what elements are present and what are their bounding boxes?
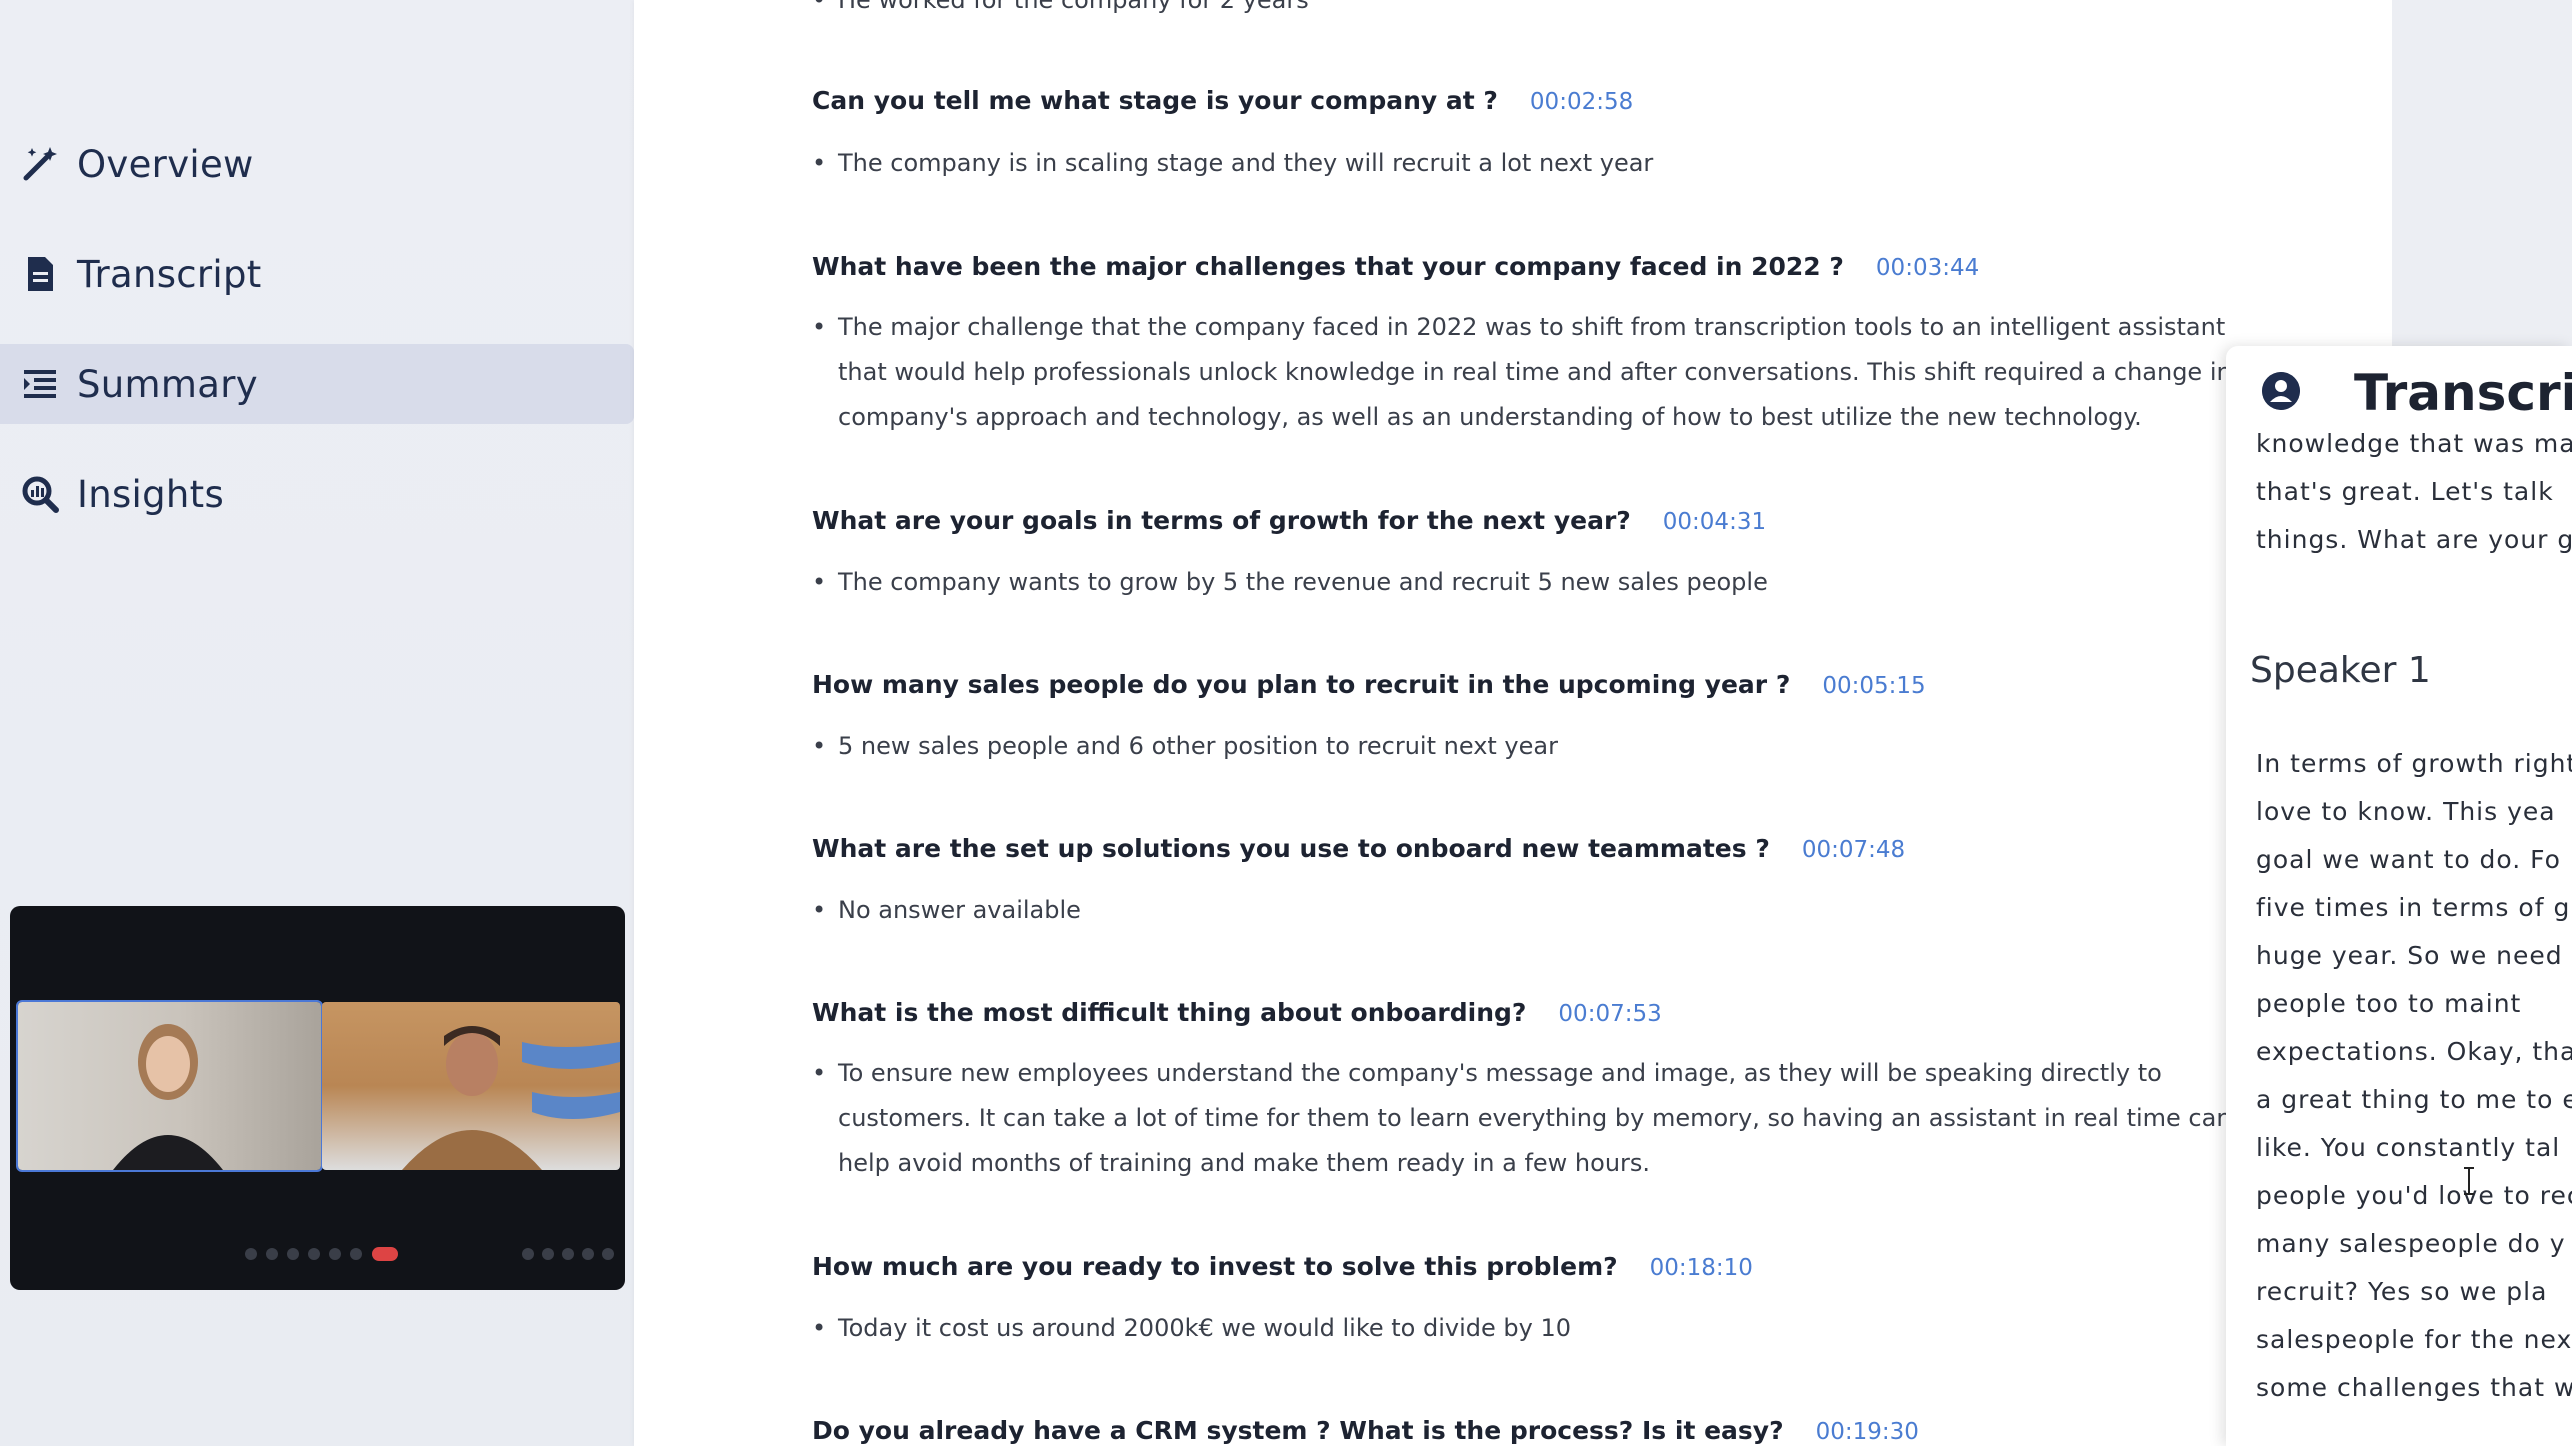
camera-icon[interactable]	[266, 1248, 278, 1260]
more-icon[interactable]	[350, 1248, 362, 1260]
text-cursor-icon	[2464, 1167, 2474, 1195]
summary-panel: He worked for the company for 2 years Ca…	[634, 0, 2392, 1446]
question-text: What are the set up solutions you use to…	[812, 834, 1770, 863]
document-icon	[28, 257, 53, 291]
answer-line: company's approach and technology, as we…	[838, 403, 2142, 431]
question-text: How many sales people do you plan to rec…	[812, 670, 1791, 699]
sidebar: Overview Transcript Summary Insights	[0, 0, 634, 1446]
timestamp-link[interactable]: 00:03:44	[1876, 255, 1979, 281]
summary-answer: To ensure new employees understand the c…	[812, 1051, 2232, 1186]
speaker-label: Speaker 1	[2250, 650, 2431, 691]
present-icon[interactable]	[329, 1248, 341, 1260]
sidebar-item-overview[interactable]: Overview	[0, 124, 634, 204]
question-text: What have been the major challenges that…	[812, 252, 1844, 281]
activities-icon[interactable]	[582, 1248, 594, 1260]
participant-video-1	[16, 1000, 323, 1172]
magic-wand-icon	[23, 147, 57, 181]
sidebar-item-transcript[interactable]: Transcript	[0, 234, 634, 314]
sidebar-item-summary[interactable]: Summary	[0, 344, 634, 424]
question-text: What is the most difficult thing about o…	[812, 998, 1527, 1027]
video-call-preview[interactable]	[10, 906, 625, 1290]
summary-answer: He worked for the company for 2 years	[812, 0, 1309, 23]
transcript-text: In terms of growth right love to know. T…	[2256, 749, 2572, 1402]
summary-question: What are the set up solutions you use to…	[812, 834, 1905, 863]
answer-line: customers. It can take a lot of time for…	[838, 1104, 2232, 1132]
answer-line: that would help professionals unlock kno…	[838, 358, 2279, 386]
timestamp-link[interactable]: 00:02:58	[1530, 89, 1633, 115]
transcript-panel: Transcrip knowledge that was ma that's g…	[2226, 346, 2572, 1446]
summary-question: How much are you ready to invest to solv…	[812, 1252, 1753, 1281]
summary-answer: Today it cost us around 2000k€ we would …	[812, 1306, 1571, 1351]
timestamp-link[interactable]: 00:07:53	[1558, 1001, 1661, 1027]
mic-icon[interactable]	[245, 1248, 257, 1260]
summary-question: Can you tell me what stage is your compa…	[812, 86, 1633, 115]
timestamp-link[interactable]: 00:18:10	[1650, 1255, 1753, 1281]
sidebar-item-label: Insights	[77, 472, 225, 516]
transcript-text: knowledge that was ma that's great. Let'…	[2256, 429, 2572, 554]
answer-line: The major challenge that the company fac…	[838, 313, 2226, 341]
info-icon[interactable]	[522, 1248, 534, 1260]
summary-answer: No answer available	[812, 888, 1081, 933]
user-icon	[2262, 372, 2300, 410]
answer-line: To ensure new employees understand the c…	[838, 1059, 2162, 1087]
sidebar-item-label: Transcript	[77, 252, 262, 296]
summary-question: What are your goals in terms of growth f…	[812, 506, 1766, 535]
question-text: What are your goals in terms of growth f…	[812, 506, 1631, 535]
question-text: Do you already have a CRM system ? What …	[812, 1416, 1784, 1445]
summary-answer: 5 new sales people and 6 other position …	[812, 724, 1558, 769]
question-text: How much are you ready to invest to solv…	[812, 1252, 1618, 1281]
summary-question: What have been the major challenges that…	[812, 252, 1979, 281]
timestamp-link[interactable]: 00:07:48	[1802, 837, 1905, 863]
search-chart-icon	[22, 476, 59, 513]
participant-avatar-2	[402, 1026, 620, 1170]
call-controls	[10, 1244, 625, 1264]
question-text: Can you tell me what stage is your compa…	[812, 86, 1498, 115]
captions-icon[interactable]	[287, 1248, 299, 1260]
hand-icon[interactable]	[308, 1248, 320, 1260]
sidebar-item-label: Overview	[77, 142, 254, 186]
summary-question: Do you already have a CRM system ? What …	[812, 1416, 1919, 1445]
transcript-panel-title: Transcrip	[2354, 364, 2572, 422]
list-icon	[24, 370, 56, 398]
participant-avatar-1	[113, 1024, 223, 1170]
people-icon[interactable]	[542, 1248, 554, 1260]
sidebar-item-insights[interactable]: Insights	[0, 454, 634, 534]
summary-answer: The major challenge that the company fac…	[812, 305, 2279, 440]
summary-answer: The company wants to grow by 5 the reven…	[812, 560, 1768, 605]
end-call-icon[interactable]	[372, 1247, 398, 1261]
timestamp-link[interactable]: 00:04:31	[1663, 509, 1766, 535]
participant-video-2	[322, 1002, 620, 1170]
lock-icon[interactable]	[602, 1248, 614, 1260]
timestamp-link[interactable]: 00:19:30	[1816, 1419, 1919, 1445]
chat-icon[interactable]	[562, 1248, 574, 1260]
summary-question: How many sales people do you plan to rec…	[812, 670, 1926, 699]
timestamp-link[interactable]: 00:05:15	[1822, 673, 1925, 699]
sidebar-item-label: Summary	[77, 362, 258, 406]
summary-answer: The company is in scaling stage and they…	[812, 141, 1653, 186]
answer-line: help avoid months of training and make t…	[838, 1149, 1651, 1177]
summary-question: What is the most difficult thing about o…	[812, 998, 1662, 1027]
